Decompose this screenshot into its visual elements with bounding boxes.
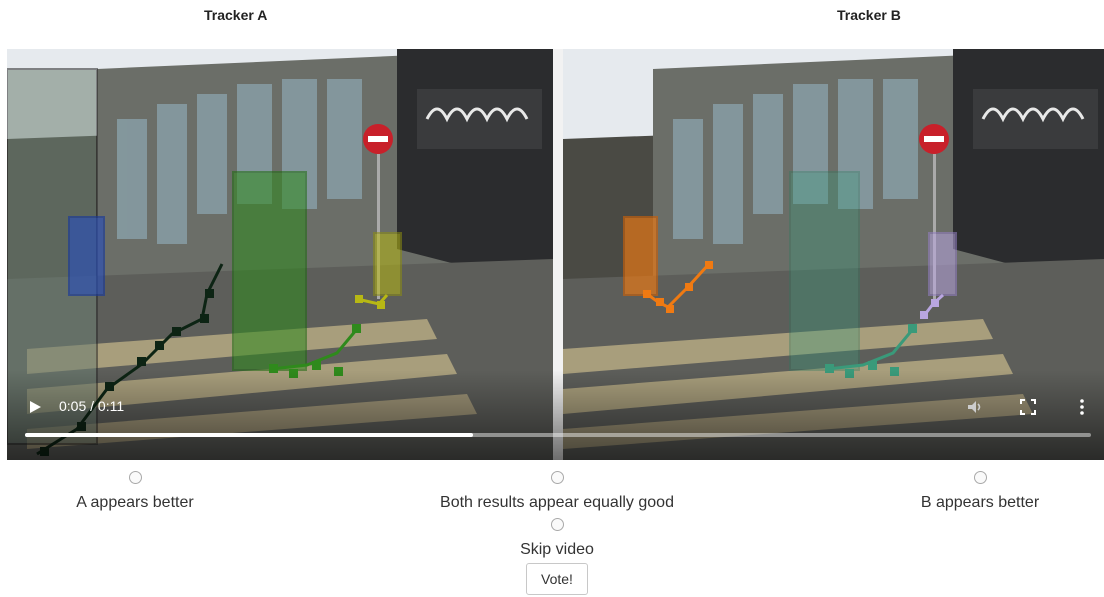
vote-button[interactable]: Vote! <box>526 563 588 595</box>
tracker-b-title: Tracker B <box>837 7 901 23</box>
more-vertical-icon[interactable] <box>1072 397 1092 417</box>
label-equal: Both results appear equally good <box>440 494 674 511</box>
radio-equal[interactable] <box>550 471 564 484</box>
option-b-better: B appears better <box>905 471 1055 512</box>
fullscreen-icon[interactable] <box>1018 397 1038 417</box>
video-progress-bar[interactable] <box>25 433 1091 437</box>
label-b-better: B appears better <box>920 494 1040 511</box>
label-a-better: A appears better <box>76 494 194 511</box>
radio-b-better[interactable] <box>973 471 987 484</box>
option-equal: Both results appear equally good <box>427 471 687 512</box>
video-progress-fill <box>25 433 473 437</box>
volume-icon[interactable] <box>965 397 985 417</box>
pane-divider <box>553 49 563 460</box>
video-player[interactable]: 0:05 / 0:11 <box>7 49 1104 460</box>
play-icon[interactable] <box>27 399 43 415</box>
option-skip: Skip video <box>477 518 637 559</box>
option-a-better: A appears better <box>60 471 210 512</box>
radio-skip[interactable] <box>550 518 564 531</box>
radio-a-better[interactable] <box>128 471 142 484</box>
tracker-a-title: Tracker A <box>204 7 268 23</box>
video-time: 0:05 / 0:11 <box>59 398 125 414</box>
label-skip: Skip video <box>520 541 594 558</box>
